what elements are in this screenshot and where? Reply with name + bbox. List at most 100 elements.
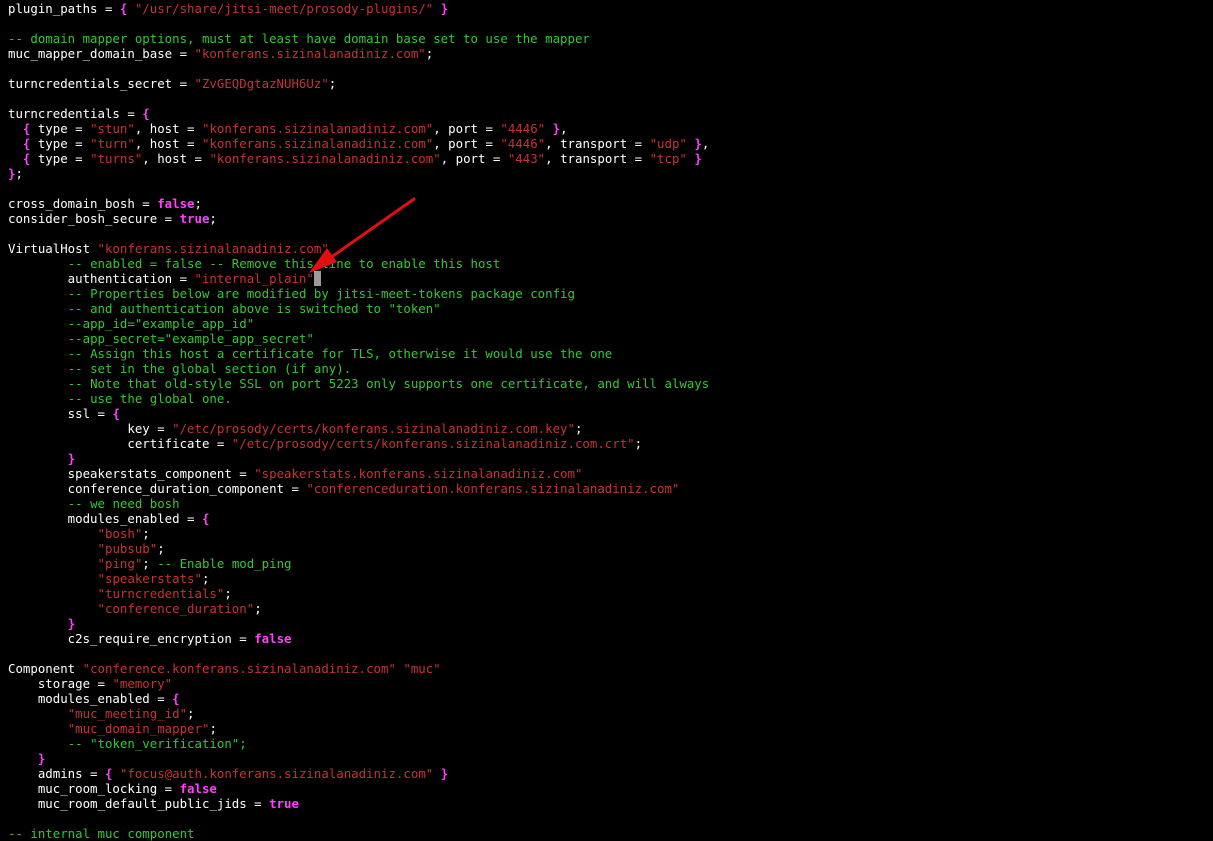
code-line[interactable]: -- we need bosh (8, 496, 1208, 511)
code-line[interactable]: "pubsub"; (8, 541, 1208, 556)
code-line[interactable]: { type = "stun", host = "konferans.sizin… (8, 121, 1208, 136)
code-comment: --app_secret="example_app_secret" (67, 331, 314, 346)
code-line[interactable]: turncredentials_secret = "ZvGEQDgtazNUH6… (8, 76, 1208, 91)
code-text: ; (201, 571, 210, 586)
code-line[interactable]: speakerstats_component = "speakerstats.k… (8, 466, 1208, 481)
code-line[interactable]: certificate = "/etc/prosody/certs/konfer… (8, 436, 1208, 451)
string-literal: "udp" (649, 136, 687, 151)
string-literal: "konferans.sizinalanadiniz.com" (194, 46, 426, 61)
code-text: ; (142, 556, 158, 571)
code-line[interactable]: admins = { "focus@auth.konferans.sizinal… (8, 766, 1208, 781)
code-line[interactable]: -- set in the global section (if any). (8, 361, 1208, 376)
code-line[interactable]: } (8, 751, 1208, 766)
code-line[interactable]: -- Properties below are modified by jits… (8, 286, 1208, 301)
code-line[interactable]: plugin_paths = { "/usr/share/jitsi-meet/… (8, 1, 1208, 16)
brace-symbol: { (172, 691, 180, 706)
code-line[interactable]: -- enabled = false -- Remove this line t… (8, 256, 1208, 271)
code-text: type = (30, 136, 91, 151)
code-text: certificate = (8, 436, 232, 451)
code-text: muc_mapper_domain_base = (8, 46, 195, 61)
code-comment: -- use the global one. (67, 391, 232, 406)
string-literal: "stun" (90, 121, 135, 136)
code-line[interactable]: modules_enabled = { (8, 511, 1208, 526)
code-line[interactable]: } (8, 616, 1208, 631)
text-cursor (313, 271, 322, 286)
code-line[interactable]: conference_duration_component = "confere… (8, 481, 1208, 496)
code-line[interactable]: -- and authentication above is switched … (8, 301, 1208, 316)
code-text: type = (30, 121, 91, 136)
code-comment: -- Enable mod_ping (157, 556, 292, 571)
string-literal: "konferans.sizinalanadiniz.com" (201, 136, 434, 151)
string-literal: "internal_plain" (194, 271, 314, 286)
code-text: , port = (440, 151, 508, 166)
code-line[interactable]: } (8, 451, 1208, 466)
code-line[interactable]: "muc_domain_mapper"; (8, 721, 1208, 736)
code-line[interactable]: muc_room_default_public_jids = true (8, 796, 1208, 811)
code-comment: -- Assign this host a certificate for TL… (67, 346, 613, 361)
brace-symbol: } (694, 151, 702, 166)
code-line[interactable]: cross_domain_bosh = false; (8, 196, 1208, 211)
string-literal: "443" (507, 151, 546, 166)
code-line[interactable]: muc_mapper_domain_base = "konferans.sizi… (8, 46, 1208, 61)
string-literal: "/usr/share/jitsi-meet/prosody-plugins/" (134, 1, 434, 16)
code-line[interactable]: --app_secret="example_app_secret" (8, 331, 1208, 346)
code-line[interactable]: "bosh"; (8, 526, 1208, 541)
code-line[interactable] (8, 16, 1208, 31)
code-line[interactable]: VirtualHost "konferans.sizinalanadiniz.c… (8, 241, 1208, 256)
code-comment: -- set in the global section (if any). (67, 361, 352, 376)
string-literal: "4446" (500, 121, 546, 136)
code-line[interactable]: "conference_duration"; (8, 601, 1208, 616)
code-line[interactable]: muc_room_locking = false (8, 781, 1208, 796)
code-line[interactable]: "speakerstats"; (8, 571, 1208, 586)
string-literal: "ZvGEQDgtazNUH6Uz" (194, 76, 329, 91)
code-line[interactable] (8, 91, 1208, 106)
code-editor[interactable]: plugin_paths = { "/usr/share/jitsi-meet/… (8, 0, 1208, 841)
code-line[interactable]: storage = "memory" (8, 676, 1208, 691)
code-line[interactable]: Component "conference.konferans.sizinala… (8, 661, 1208, 676)
code-line[interactable]: }; (8, 166, 1208, 181)
code-text: conference_duration_component = (8, 481, 307, 496)
code-text: , port = (433, 121, 501, 136)
code-text: ; (634, 436, 643, 451)
code-line[interactable]: -- internal muc component (8, 826, 1208, 841)
code-line[interactable] (8, 811, 1208, 826)
code-line[interactable]: -- domain mapper options, must at least … (8, 31, 1208, 46)
code-line[interactable]: "muc_meeting_id"; (8, 706, 1208, 721)
string-literal: "konferans.sizinalanadiniz.com" (209, 151, 441, 166)
code-line[interactable]: c2s_require_encryption = false (8, 631, 1208, 646)
code-line[interactable] (8, 646, 1208, 661)
code-line[interactable]: -- Assign this host a certificate for TL… (8, 346, 1208, 361)
code-line[interactable] (8, 226, 1208, 241)
code-line[interactable]: ssl = { (8, 406, 1208, 421)
string-literal: "memory" (112, 676, 173, 691)
code-text: ssl = (8, 406, 113, 421)
code-line[interactable] (8, 181, 1208, 196)
string-literal: "bosh" (97, 526, 143, 541)
code-line[interactable]: { type = "turns", host = "konferans.sizi… (8, 151, 1208, 166)
string-literal: "speakerstats.konferans.sizinalanadiniz.… (254, 466, 583, 481)
code-line[interactable]: --app_id="example_app_id" (8, 316, 1208, 331)
code-line[interactable] (8, 61, 1208, 76)
code-line[interactable]: -- Note that old-style SSL on port 5223 … (8, 376, 1208, 391)
code-line[interactable]: "turncredentials"; (8, 586, 1208, 601)
code-line[interactable]: authentication = "internal_plain" (8, 271, 1208, 286)
code-line[interactable]: key = "/etc/prosody/certs/konferans.sizi… (8, 421, 1208, 436)
brace-symbol: } (440, 766, 449, 781)
code-line[interactable]: { type = "turn", host = "konferans.sizin… (8, 136, 1208, 151)
code-text: muc_room_locking = (8, 781, 180, 796)
code-line[interactable]: "ping"; -- Enable mod_ping (8, 556, 1208, 571)
code-text: ; (574, 421, 583, 436)
string-literal: "4446" (500, 136, 546, 151)
code-line[interactable]: modules_enabled = { (8, 691, 1208, 706)
code-line[interactable]: turncredentials = { (8, 106, 1208, 121)
code-line[interactable]: -- "token_verification"; (8, 736, 1208, 751)
code-line[interactable]: consider_bosh_secure = true; (8, 211, 1208, 226)
code-text: , (560, 121, 568, 136)
code-line[interactable]: -- use the global one. (8, 391, 1208, 406)
